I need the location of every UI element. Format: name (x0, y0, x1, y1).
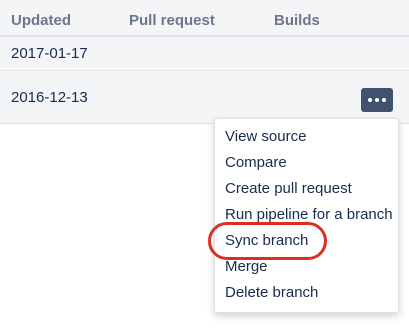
branch-actions-menu: View source Compare Create pull request … (214, 118, 399, 313)
table-row[interactable]: 2016-12-13 (0, 71, 409, 123)
branches-table: Updated Pull request Builds 2017-01-17 2… (0, 0, 409, 124)
column-header-builds[interactable]: Builds (274, 12, 320, 30)
menu-item-run-pipeline[interactable]: Run pipeline for a branch (225, 206, 393, 224)
more-actions-button[interactable] (361, 88, 393, 112)
column-header-pull-request[interactable]: Pull request (129, 12, 215, 30)
column-header-updated[interactable]: Updated (11, 12, 71, 30)
updated-date: 2016-12-13 (11, 89, 88, 106)
updated-date: 2017-01-17 (11, 45, 88, 62)
menu-item-view-source[interactable]: View source (225, 128, 306, 146)
menu-item-sync-branch[interactable]: Sync branch (225, 232, 308, 250)
branches-panel: Updated Pull request Builds 2017-01-17 2… (0, 0, 409, 333)
menu-item-merge[interactable]: Merge (225, 258, 268, 276)
table-row[interactable]: 2017-01-17 (0, 37, 409, 71)
more-horizontal-icon (368, 98, 386, 102)
table-header: Updated Pull request Builds (0, 0, 409, 37)
menu-item-delete-branch[interactable]: Delete branch (225, 284, 318, 302)
menu-item-create-pull-request[interactable]: Create pull request (225, 180, 352, 198)
menu-item-compare[interactable]: Compare (225, 154, 287, 172)
